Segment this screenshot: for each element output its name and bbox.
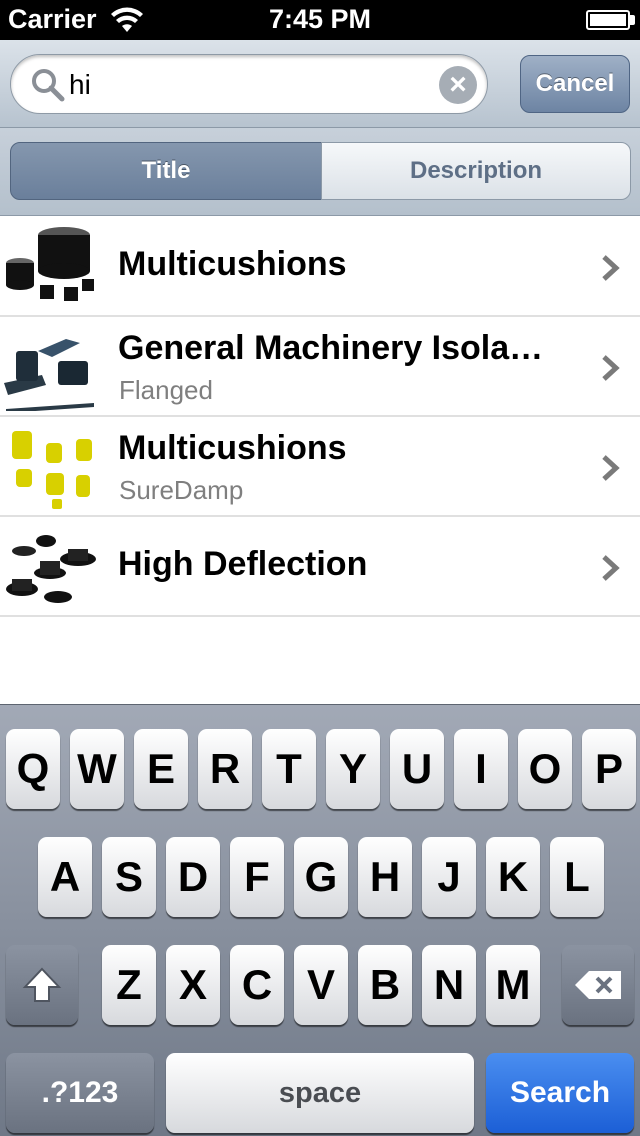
key-c[interactable]: C: [230, 945, 284, 1025]
key-h[interactable]: H: [358, 837, 412, 917]
delete-key[interactable]: [562, 945, 634, 1025]
result-title: High Deflection: [118, 545, 368, 583]
key-x[interactable]: X: [166, 945, 220, 1025]
key-z[interactable]: Z: [102, 945, 156, 1025]
keyboard: Q W E R T Y U I O P A S D F G H J K L Z …: [0, 704, 640, 1136]
search-icon: [32, 69, 65, 102]
key-k[interactable]: K: [486, 837, 540, 917]
key-g[interactable]: G: [294, 837, 348, 917]
product-thumbnail: [4, 339, 94, 411]
search-field[interactable]: ×: [10, 54, 488, 114]
list-item[interactable]: High Deflection: [0, 517, 640, 617]
search-key[interactable]: Search: [486, 1053, 634, 1133]
key-a[interactable]: A: [38, 837, 92, 917]
chevron-right-icon: [602, 555, 620, 581]
result-title: General Machinery Isola…: [118, 329, 544, 367]
chevron-right-icon: [602, 455, 620, 481]
list-item[interactable]: Multicushions SureDamp: [0, 417, 640, 517]
key-e[interactable]: E: [134, 729, 188, 809]
key-p[interactable]: P: [582, 729, 636, 809]
product-thumbnail: [6, 535, 96, 603]
key-j[interactable]: J: [422, 837, 476, 917]
backspace-icon: [575, 971, 621, 999]
result-subtitle: SureDamp: [119, 475, 244, 505]
chevron-right-icon: [602, 355, 620, 381]
battery-icon: [586, 10, 630, 30]
search-bar: × Cancel: [0, 40, 640, 128]
key-d[interactable]: D: [166, 837, 220, 917]
clear-icon[interactable]: ×: [439, 66, 477, 104]
key-y[interactable]: Y: [326, 729, 380, 809]
key-s[interactable]: S: [102, 837, 156, 917]
scope-title-tab[interactable]: Title: [10, 142, 322, 200]
key-u[interactable]: U: [390, 729, 444, 809]
result-title: Multicushions: [118, 245, 347, 283]
key-q[interactable]: Q: [6, 729, 60, 809]
shift-key[interactable]: [6, 945, 78, 1025]
clock: 7:45 PM: [268, 4, 372, 34]
key-w[interactable]: W: [70, 729, 124, 809]
scope-description-tab[interactable]: Description: [321, 142, 631, 200]
product-thumbnail: [6, 227, 94, 301]
key-t[interactable]: T: [262, 729, 316, 809]
key-n[interactable]: N: [422, 945, 476, 1025]
key-v[interactable]: V: [294, 945, 348, 1025]
numbers-key[interactable]: .?123: [6, 1053, 154, 1133]
list-item[interactable]: Multicushions: [0, 217, 640, 317]
space-key[interactable]: space: [166, 1053, 474, 1133]
key-o[interactable]: O: [518, 729, 572, 809]
list-item[interactable]: General Machinery Isola… Flanged: [0, 317, 640, 417]
product-thumbnail: [12, 431, 92, 509]
cancel-button[interactable]: Cancel: [520, 55, 630, 113]
result-title: Multicushions: [118, 429, 347, 467]
key-l[interactable]: L: [550, 837, 604, 917]
key-b[interactable]: B: [358, 945, 412, 1025]
key-i[interactable]: I: [454, 729, 508, 809]
key-m[interactable]: M: [486, 945, 540, 1025]
status-bar: Carrier 7:45 PM: [0, 0, 640, 40]
shift-icon: [22, 967, 62, 1002]
result-subtitle: Flanged: [119, 375, 213, 405]
key-r[interactable]: R: [198, 729, 252, 809]
scope-bar: Title Description: [0, 128, 640, 216]
chevron-right-icon: [602, 255, 620, 281]
results-list: Multicushions General Machinery Isola… F…: [0, 217, 640, 617]
search-input[interactable]: [69, 65, 429, 105]
key-f[interactable]: F: [230, 837, 284, 917]
battery-tip: [630, 15, 635, 25]
